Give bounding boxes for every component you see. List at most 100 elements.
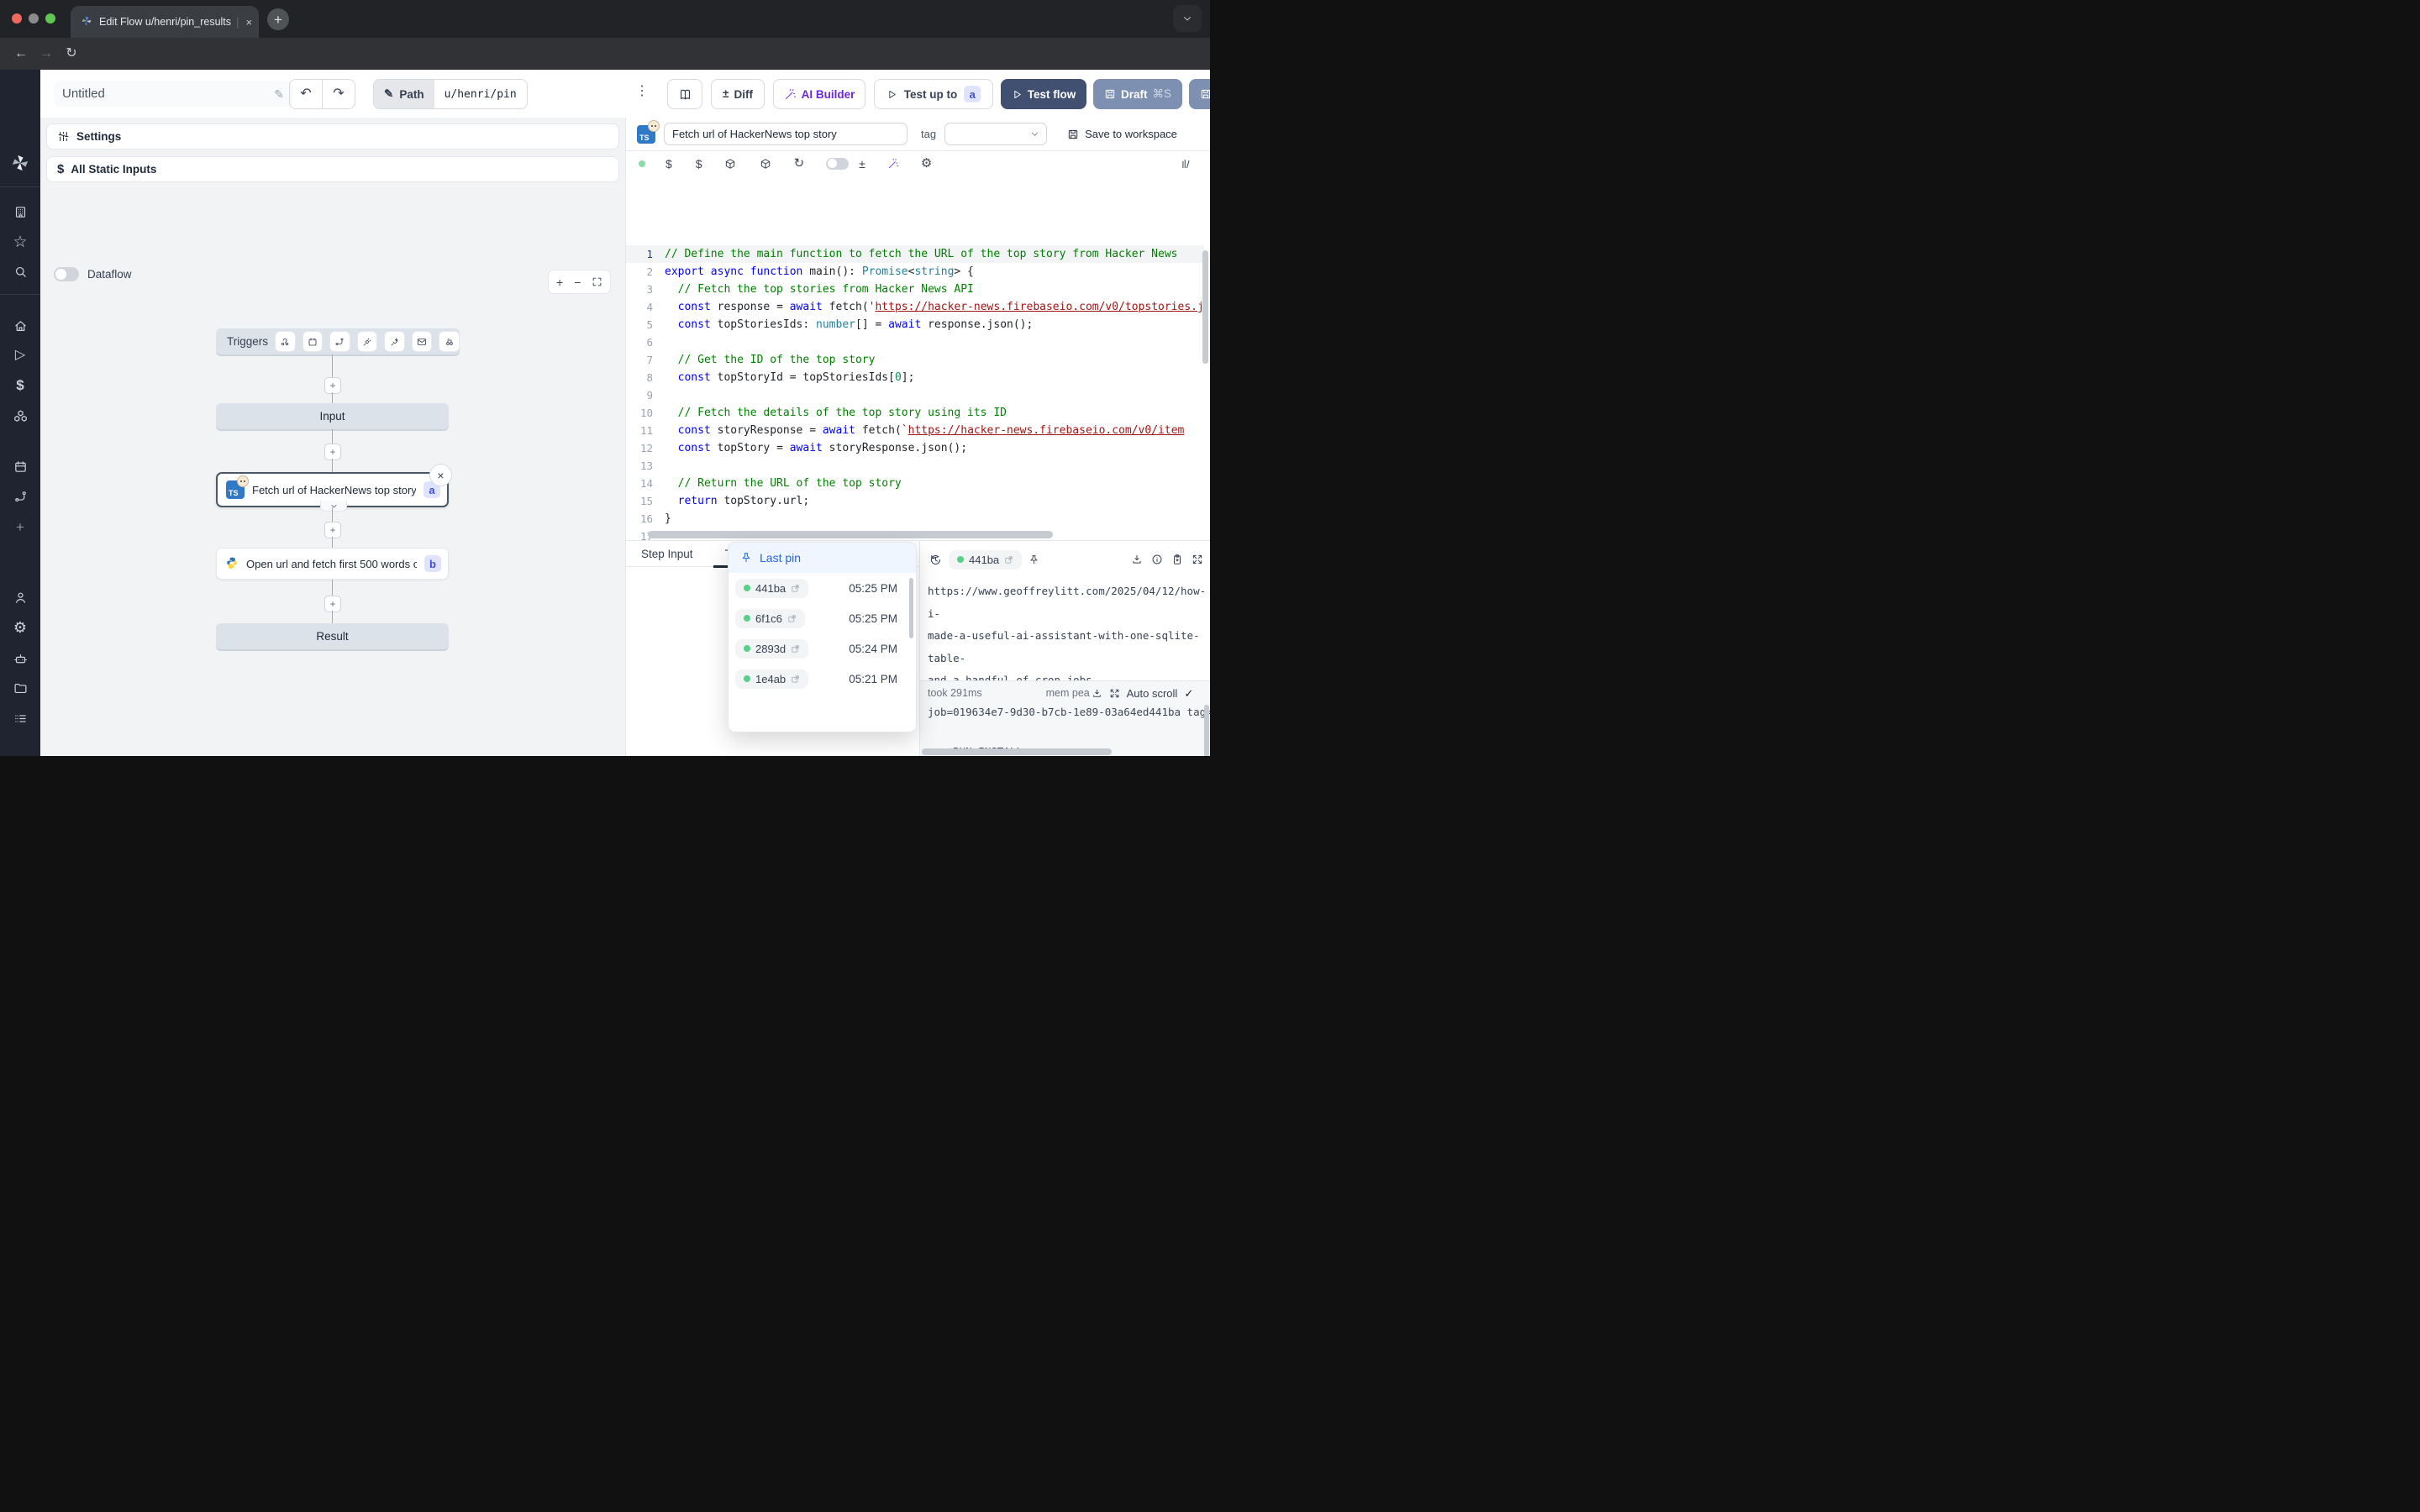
tab-step-input[interactable]: Step Input: [641, 548, 693, 560]
code-line[interactable]: 10 // Fetch the details of the top story…: [626, 404, 1204, 422]
zoom-in-icon[interactable]: +: [556, 276, 563, 288]
code-line[interactable]: 11 const storyResponse = await fetch(`ht…: [626, 422, 1204, 439]
sidebar-item-users-icon[interactable]: [0, 591, 40, 605]
fit-view-icon[interactable]: [592, 276, 602, 287]
reload-icon[interactable]: ↻: [59, 47, 84, 60]
auto-scroll-label[interactable]: Auto scroll: [1127, 687, 1178, 700]
last-pin-header[interactable]: Last pin: [729, 543, 916, 573]
all-static-inputs-row[interactable]: $ All Static Inputs: [46, 156, 619, 182]
insert-step-button[interactable]: +: [324, 522, 341, 538]
editor-toggle[interactable]: [826, 158, 849, 170]
code-line[interactable]: 8 const topStoryId = topStoriesIds[0];: [626, 369, 1204, 386]
copy-clipboard-icon[interactable]: [1171, 554, 1183, 565]
flow-name-field[interactable]: Untitled ✎: [54, 81, 292, 107]
sidebar-item-runs-play-icon[interactable]: ▷: [0, 349, 40, 362]
ai-builder-button[interactable]: AI Builder: [773, 79, 865, 109]
minimize-window-button[interactable]: [29, 13, 39, 24]
sidebar-item-search-icon[interactable]: [0, 265, 40, 279]
schedule-trigger-icon[interactable]: [302, 331, 324, 352]
package-icon[interactable]: [724, 158, 736, 170]
redo-icon[interactable]: ↷: [323, 87, 355, 101]
code-line[interactable]: 9: [626, 386, 1204, 404]
sidebar-item-audit-logs-list-icon[interactable]: [0, 711, 40, 726]
insert-step-button[interactable]: +: [324, 444, 341, 460]
result-node[interactable]: Result: [216, 623, 449, 649]
editor-settings-gear-icon[interactable]: ⚙: [921, 157, 932, 170]
flow-settings-row[interactable]: Settings: [46, 123, 619, 150]
history-icon[interactable]: [929, 554, 942, 566]
ai-wand-icon[interactable]: [887, 158, 899, 170]
code-line[interactable]: 2export async function main(): Promise<s…: [626, 263, 1204, 281]
close-window-button[interactable]: [12, 13, 22, 24]
external-link-icon[interactable]: [791, 644, 800, 654]
sidebar-item-resources-cubes-icon[interactable]: [0, 409, 40, 423]
code-vertical-scrollbar[interactable]: [1202, 250, 1208, 364]
sidebar-item-workspace[interactable]: [0, 205, 40, 219]
code-horizontal-scrollbar[interactable]: [648, 531, 1053, 538]
sidebar-item-settings-gear-icon[interactable]: ⚙: [0, 620, 40, 635]
draft-button[interactable]: Draft ⌘S: [1093, 79, 1182, 109]
insert-step-button[interactable]: +: [324, 596, 341, 612]
websocket-trigger-icon[interactable]: [357, 331, 378, 352]
input-node[interactable]: Input: [216, 403, 449, 429]
undo-icon[interactable]: ↶: [290, 87, 322, 101]
pin-option[interactable]: 441ba 05:25 PM: [729, 573, 916, 603]
pin-option[interactable]: 2893d 05:24 PM: [729, 633, 916, 664]
logs-horizontal-scrollbar[interactable]: [922, 748, 1112, 755]
diff-button[interactable]: ±Diff: [711, 79, 765, 109]
test-up-to-button[interactable]: Test up to a: [874, 79, 993, 109]
code-line[interactable]: 15 return topStory.url;: [626, 492, 1204, 510]
code-line[interactable]: 1// Define the main function to fetch th…: [626, 245, 1204, 263]
pin-option[interactable]: 1e4ab 05:21 PM: [729, 664, 916, 694]
test-flow-button[interactable]: Test flow: [1001, 79, 1086, 109]
tag-select[interactable]: [944, 123, 1047, 145]
dataflow-toggle[interactable]: [54, 267, 79, 281]
maximize-window-button[interactable]: [45, 13, 55, 24]
triggers-bar[interactable]: Triggers: [216, 328, 460, 354]
logs-body[interactable]: job=019634e7-9d30-b7cb-1e89-03a64ed441ba…: [920, 702, 1210, 727]
external-link-icon[interactable]: [791, 584, 800, 593]
code-line[interactable]: 7 // Get the ID of the top story: [626, 351, 1204, 369]
code-editor[interactable]: 1// Define the main function to fetch th…: [626, 245, 1204, 540]
download-logs-icon[interactable]: [1092, 688, 1102, 699]
kafka-trigger-icon[interactable]: [384, 331, 405, 352]
external-link-icon[interactable]: [787, 614, 797, 623]
zoom-out-icon[interactable]: −: [574, 276, 581, 288]
code-line[interactable]: 5 const topStoriesIds: number[] = await …: [626, 316, 1204, 333]
sidebar-item-schedules-calendar-icon[interactable]: [0, 459, 40, 474]
package-icon[interactable]: [760, 158, 771, 170]
step-node-b[interactable]: Open url and fetch first 500 words of ..…: [216, 548, 449, 580]
external-link-icon[interactable]: [1004, 555, 1013, 564]
back-icon[interactable]: ←: [8, 47, 34, 60]
insert-step-button[interactable]: +: [324, 377, 341, 394]
tab-search-button[interactable]: [1173, 5, 1202, 32]
sidebar-item-workers-robot-icon[interactable]: [0, 652, 40, 666]
download-result-icon[interactable]: [1131, 554, 1143, 565]
sidebar-item-routes-icon[interactable]: [0, 490, 40, 504]
sidebar-item-add-plus-icon[interactable]: +: [0, 520, 40, 534]
pin-menu-scrollbar[interactable]: [909, 578, 913, 638]
result-job-chip[interactable]: 441ba: [949, 550, 1022, 570]
info-icon[interactable]: [1151, 554, 1163, 565]
new-tab-button[interactable]: +: [267, 8, 289, 30]
logs-vertical-scrollbar[interactable]: [1204, 705, 1209, 756]
resources-dollar-icon[interactable]: $: [696, 158, 702, 170]
step-node-a[interactable]: TS Fetch url of HackerNews top story a ×: [216, 472, 449, 507]
sidebar-item-folders-icon[interactable]: [0, 681, 40, 696]
code-line[interactable]: 14 // Return the URL of the top story: [626, 475, 1204, 492]
sidebar-item-variables-dollar-icon[interactable]: $: [0, 378, 40, 392]
code-line[interactable]: 6: [626, 333, 1204, 351]
edit-pencil-icon[interactable]: ✎: [274, 88, 284, 100]
forward-icon[interactable]: →: [34, 47, 59, 60]
save-to-workspace-button[interactable]: Save to workspace: [1067, 128, 1177, 140]
remove-step-button[interactable]: ×: [429, 464, 452, 486]
email-trigger-icon[interactable]: [412, 331, 433, 352]
sidebar-item-favorites-star-icon[interactable]: ☆: [0, 234, 40, 250]
code-line[interactable]: 13: [626, 457, 1204, 475]
step-title-input[interactable]: Fetch url of HackerNews top story: [664, 123, 908, 145]
expand-result-icon[interactable]: [1192, 554, 1203, 565]
pin-option[interactable]: 6f1c6 05:25 PM: [729, 603, 916, 633]
windmill-logo[interactable]: [0, 154, 40, 172]
poll-watch-trigger-icon[interactable]: [439, 331, 460, 352]
code-line[interactable]: 3 // Fetch the top stories from Hacker N…: [626, 281, 1204, 298]
